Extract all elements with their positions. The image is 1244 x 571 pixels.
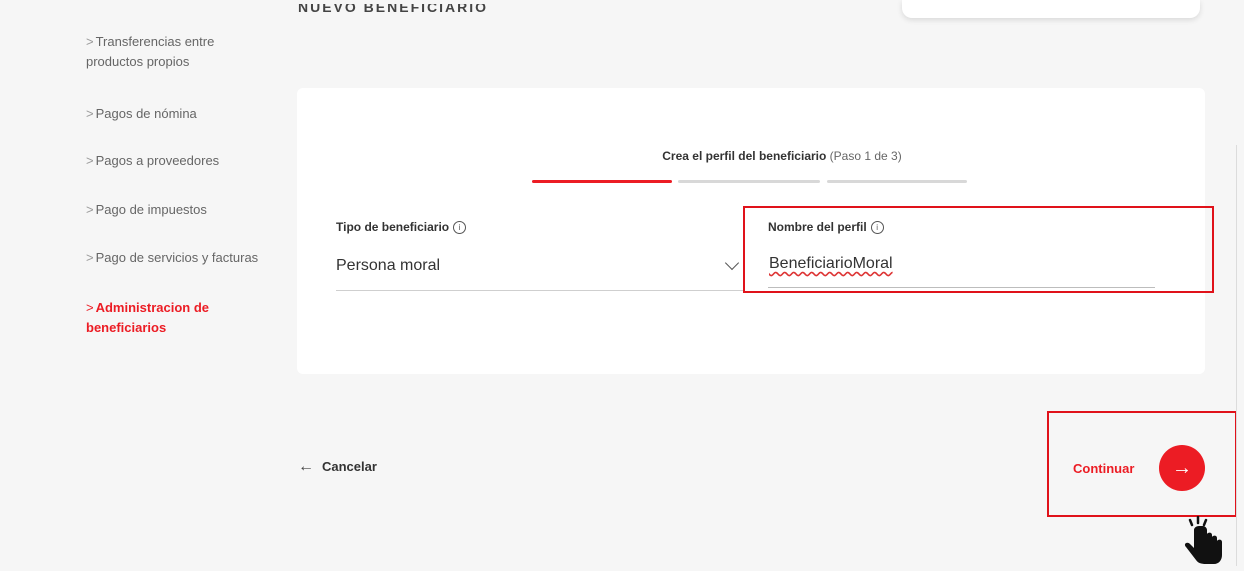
sidebar-item-pagos-nomina[interactable]: > Pagos de nómina xyxy=(86,104,197,124)
sidebar: > Transferencias entre productos propios … xyxy=(0,0,290,566)
sidebar-item-label: Pagos de nómina xyxy=(95,106,197,121)
sidebar-item-label: Transferencias entre xyxy=(95,34,215,49)
arrow-right-icon: → xyxy=(1172,457,1192,479)
highlight-box-nombre-perfil xyxy=(743,206,1214,293)
sidebar-item-label: Pago de servicios y facturas xyxy=(95,250,259,265)
sidebar-item-pago-impuestos[interactable]: > Pago de impuestos xyxy=(86,200,207,220)
chevron-right-icon: > xyxy=(86,153,94,168)
step-1-indicator xyxy=(532,180,672,183)
step-3-indicator xyxy=(827,180,967,183)
summary-card xyxy=(902,0,1200,18)
sidebar-item-pago-servicios[interactable]: > Pago de servicios y facturas xyxy=(86,248,258,268)
hand-pointer-icon xyxy=(1178,515,1226,571)
sidebar-item-administracion-beneficiarios[interactable]: > Administracion de beneficiarios xyxy=(86,298,209,338)
chevron-right-icon: > xyxy=(86,34,94,49)
cancel-label: Cancelar xyxy=(322,459,377,474)
sidebar-item-label: Pago de impuestos xyxy=(95,202,207,217)
tipo-beneficiario-label: Tipo de beneficiario i xyxy=(336,220,467,235)
step-title: Crea el perfil del beneficiario (Paso 1 … xyxy=(297,149,1205,163)
sidebar-item-label-line2: beneficiarios xyxy=(86,320,167,335)
sidebar-item-label: Administracion de xyxy=(95,300,210,315)
continue-button[interactable]: → xyxy=(1159,445,1205,491)
info-icon[interactable]: i xyxy=(453,221,467,235)
continue-label[interactable]: Continuar xyxy=(1073,461,1134,476)
scrollbar-track xyxy=(1236,145,1237,566)
tipo-beneficiario-label-text: Tipo de beneficiario xyxy=(336,220,450,234)
chevron-right-icon: > xyxy=(86,250,94,265)
tipo-beneficiario-underline xyxy=(336,290,744,291)
cancel-button[interactable]: ← Cancelar xyxy=(298,458,377,476)
sidebar-item-transferencias[interactable]: > Transferencias entre productos propios xyxy=(86,32,214,72)
sidebar-item-pagos-proveedores[interactable]: > Pagos a proveedores xyxy=(86,151,219,171)
tipo-beneficiario-select[interactable]: Persona moral xyxy=(336,257,440,275)
step-2-indicator xyxy=(678,180,820,183)
step-title-main: Crea el perfil del beneficiario xyxy=(662,149,827,163)
chevron-right-icon: > xyxy=(86,202,94,217)
sidebar-item-label: Pagos a proveedores xyxy=(95,153,220,168)
arrow-left-icon: ← xyxy=(298,458,314,475)
chevron-down-icon[interactable] xyxy=(724,255,740,271)
chevron-right-icon: > xyxy=(86,106,94,121)
sidebar-item-label-line2: productos propios xyxy=(86,54,190,69)
chevron-right-icon: > xyxy=(86,300,94,315)
page-title: NUEVO BENEFICIARIO xyxy=(298,4,489,14)
step-title-sub: (Paso 1 de 3) xyxy=(829,149,902,163)
